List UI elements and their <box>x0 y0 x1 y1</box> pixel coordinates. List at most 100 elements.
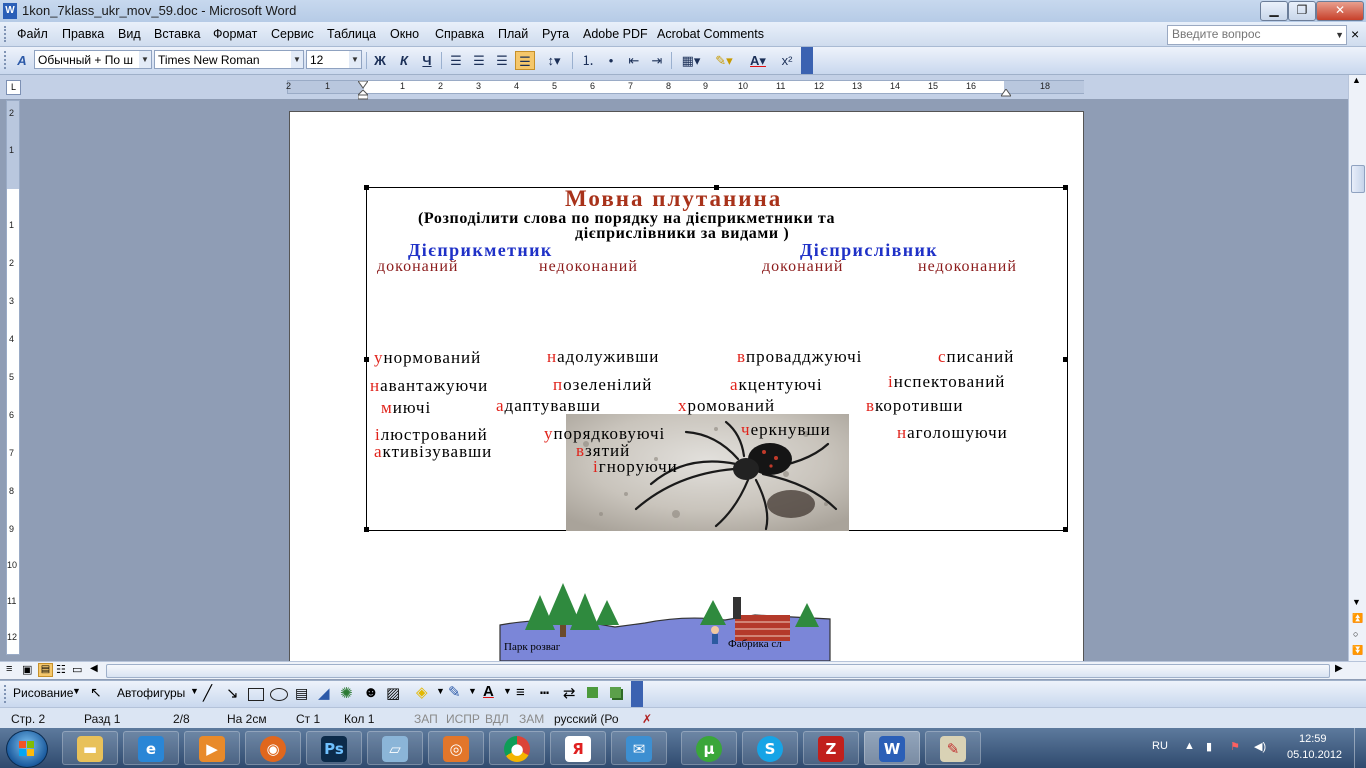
horizontal-ruler[interactable] <box>287 80 1084 94</box>
taskbar-internet-explorer[interactable]: e <box>123 731 179 765</box>
status-track-changes[interactable]: ИСПР <box>446 712 480 726</box>
status-language[interactable]: русский (Ро <box>554 712 619 726</box>
chevron-down-icon[interactable]: ▼ <box>190 686 199 696</box>
font-combo[interactable]: Times New Roman ▼ <box>154 50 304 69</box>
show-hidden-icons-icon[interactable]: ▲ <box>1184 740 1195 752</box>
justify-icon[interactable]: ☰ <box>515 51 535 70</box>
taskbar-notes[interactable]: ▱ <box>367 731 423 765</box>
line-icon[interactable]: ╱ <box>203 684 212 702</box>
toolbar-options-icon[interactable] <box>801 47 813 74</box>
menu-edit[interactable]: Правка <box>62 27 104 41</box>
font-size-combo[interactable]: 12 ▼ <box>306 50 362 69</box>
word-doc-icon[interactable]: W <box>3 3 17 19</box>
menu-grip[interactable] <box>4 26 9 42</box>
menu-view[interactable]: Вид <box>118 27 141 41</box>
wordart-icon[interactable]: ◢ <box>318 684 330 702</box>
align-left-icon[interactable]: ☰ <box>446 51 466 70</box>
chevron-down-icon[interactable]: ▼ <box>503 686 512 696</box>
flag-icon[interactable]: ⚑ <box>1230 740 1240 753</box>
language-indicator[interactable]: RU <box>1152 740 1168 752</box>
left-indent-marker[interactable] <box>356 89 370 100</box>
decrease-indent-icon[interactable]: ⇤ <box>624 51 644 70</box>
chevron-down-icon[interactable]: ▼ <box>291 51 303 68</box>
align-center-icon[interactable]: ☰ <box>469 51 489 70</box>
scroll-thumb[interactable] <box>1351 165 1365 193</box>
resize-handle[interactable] <box>1063 527 1068 532</box>
menu-ruta[interactable]: Рута <box>542 27 569 41</box>
browse-object-icon[interactable]: ○ <box>1353 629 1358 639</box>
menu-play[interactable]: Плай <box>498 27 528 41</box>
rectangle-icon[interactable] <box>248 688 264 701</box>
line-spacing-icon[interactable]: ↕▾ <box>540 51 568 70</box>
picture-icon[interactable]: ▨ <box>386 684 400 702</box>
menu-adobe-pdf[interactable]: Adobe PDF <box>583 27 648 41</box>
taskbar-yandex[interactable]: Я <box>550 731 606 765</box>
minimize-button[interactable]: ▁ <box>1260 1 1288 21</box>
scroll-down-icon[interactable]: ▼ <box>1352 597 1361 607</box>
superscript-button[interactable]: x² <box>777 51 797 70</box>
resize-handle[interactable] <box>364 527 369 532</box>
dash-style-icon[interactable]: ┅ <box>540 684 549 702</box>
resize-handle[interactable] <box>364 357 369 362</box>
reading-view-icon[interactable]: ▭ <box>72 663 82 676</box>
autoshapes-menu-button[interactable]: Автофигуры <box>117 686 185 700</box>
taskbar-filezilla[interactable]: Z <box>803 731 859 765</box>
numbering-icon[interactable]: ⒈ <box>578 51 598 70</box>
status-overtype[interactable]: ЗАМ <box>519 712 544 726</box>
menu-acrobat-comments[interactable]: Acrobat Comments <box>657 27 764 41</box>
help-question-input[interactable] <box>1168 26 1332 42</box>
font-color-icon[interactable]: A▾ <box>742 51 774 70</box>
show-desktop-button[interactable] <box>1354 728 1366 768</box>
volume-icon[interactable]: ◀) <box>1254 740 1266 753</box>
vertical-scrollbar[interactable]: ▲ ▼ ⏫ ○ ⏬ <box>1348 75 1366 661</box>
taskbar-skype[interactable]: S <box>742 731 798 765</box>
bullets-icon[interactable]: • <box>601 51 621 70</box>
increase-indent-icon[interactable]: ⇥ <box>647 51 667 70</box>
first-line-indent-marker[interactable] <box>357 78 369 89</box>
borders-icon[interactable]: ▦▾ <box>676 51 706 70</box>
status-record-macro[interactable]: ЗАП <box>414 712 438 726</box>
taskbar-chrome[interactable]: ● <box>489 731 545 765</box>
italic-button[interactable]: К <box>394 51 414 70</box>
menu-help[interactable]: Справка <box>435 27 484 41</box>
taskbar-paint[interactable]: ✎ <box>925 731 981 765</box>
arrow-style-icon[interactable]: ⇄ <box>563 684 576 702</box>
taskbar-media-player[interactable]: ▶ <box>184 731 240 765</box>
chevron-down-icon[interactable]: ▼ <box>436 686 445 696</box>
menu-file[interactable]: Файл <box>17 27 48 41</box>
menu-format[interactable]: Формат <box>213 27 257 41</box>
scroll-left-icon[interactable]: ◀ <box>90 663 98 674</box>
tab-selector[interactable]: L <box>6 80 21 95</box>
resize-handle[interactable] <box>364 185 369 190</box>
print-layout-icon[interactable]: ▤ <box>38 663 53 677</box>
outline-view-icon[interactable]: ☷ <box>56 663 66 676</box>
scroll-up-icon[interactable]: ▲ <box>1352 75 1361 85</box>
bold-button[interactable]: Ж <box>370 51 390 70</box>
resize-handle[interactable] <box>1063 185 1068 190</box>
maximize-button[interactable]: ❐ <box>1288 1 1316 21</box>
style-combo[interactable]: Обычный + По ш ▼ <box>34 50 152 69</box>
taskbar-photoshop[interactable]: Ps <box>306 731 362 765</box>
menu-window[interactable]: Окно <box>390 27 419 41</box>
help-dropdown-icon[interactable]: ▼ <box>1335 26 1344 44</box>
chevron-down-icon[interactable]: ▼ <box>349 51 361 68</box>
taskbar-firefox[interactable]: ◉ <box>245 731 301 765</box>
start-button[interactable] <box>6 730 48 768</box>
oval-icon[interactable] <box>270 688 288 701</box>
toolbar-options-icon[interactable] <box>631 681 643 707</box>
chevron-down-icon[interactable]: ▼ <box>468 686 477 696</box>
underline-button[interactable]: Ч <box>417 51 437 70</box>
clock-time[interactable]: 12:59 <box>1299 733 1327 745</box>
font-color-icon[interactable]: A <box>483 683 494 700</box>
horizontal-scrollbar[interactable]: ≡ ▣ ▤ ☷ ▭ ◀ ▶ <box>0 661 1366 679</box>
clipart-icon[interactable]: ☻ <box>363 684 379 701</box>
select-objects-icon[interactable]: ↖ <box>90 684 102 701</box>
shadow-style-icon[interactable] <box>587 687 598 698</box>
toolbar-grip[interactable] <box>4 685 6 703</box>
next-page-icon[interactable]: ⏬ <box>1352 645 1363 656</box>
right-indent-marker[interactable] <box>1000 86 1012 97</box>
taskbar-mail[interactable]: ✉ <box>611 731 667 765</box>
web-view-icon[interactable]: ▣ <box>22 663 32 676</box>
fill-color-icon[interactable]: ◈ <box>416 683 428 701</box>
spelling-status-icon[interactable]: ✗ <box>642 712 652 726</box>
